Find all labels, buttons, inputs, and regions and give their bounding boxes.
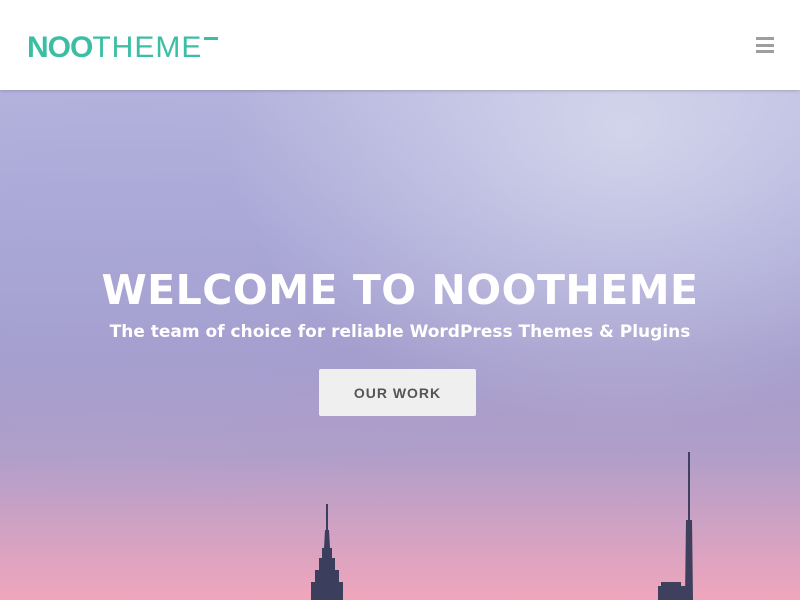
our-work-button[interactable]: OUR WORK [319, 369, 476, 416]
left-tower [311, 504, 343, 600]
city-skyline-image [311, 452, 693, 600]
menu-bar [756, 37, 774, 40]
logo-text-light: THEME [92, 31, 203, 64]
hero-subtitle: The team of choice for reliable WordPres… [109, 322, 691, 342]
menu-bar [756, 50, 774, 53]
hero-title: WELCOME TO NOOTHEME [101, 266, 699, 314]
site-header: NOO THEME [0, 0, 800, 90]
hamburger-menu-icon[interactable] [756, 37, 774, 53]
site-logo[interactable]: NOO THEME [27, 31, 219, 64]
hero-banner: WELCOME TO NOOTHEME The team of choice f… [0, 90, 800, 600]
logo-dash-mark [204, 37, 219, 40]
logo-text-bold: NOO [27, 31, 93, 64]
right-tower [658, 452, 693, 600]
menu-bar [756, 43, 774, 47]
